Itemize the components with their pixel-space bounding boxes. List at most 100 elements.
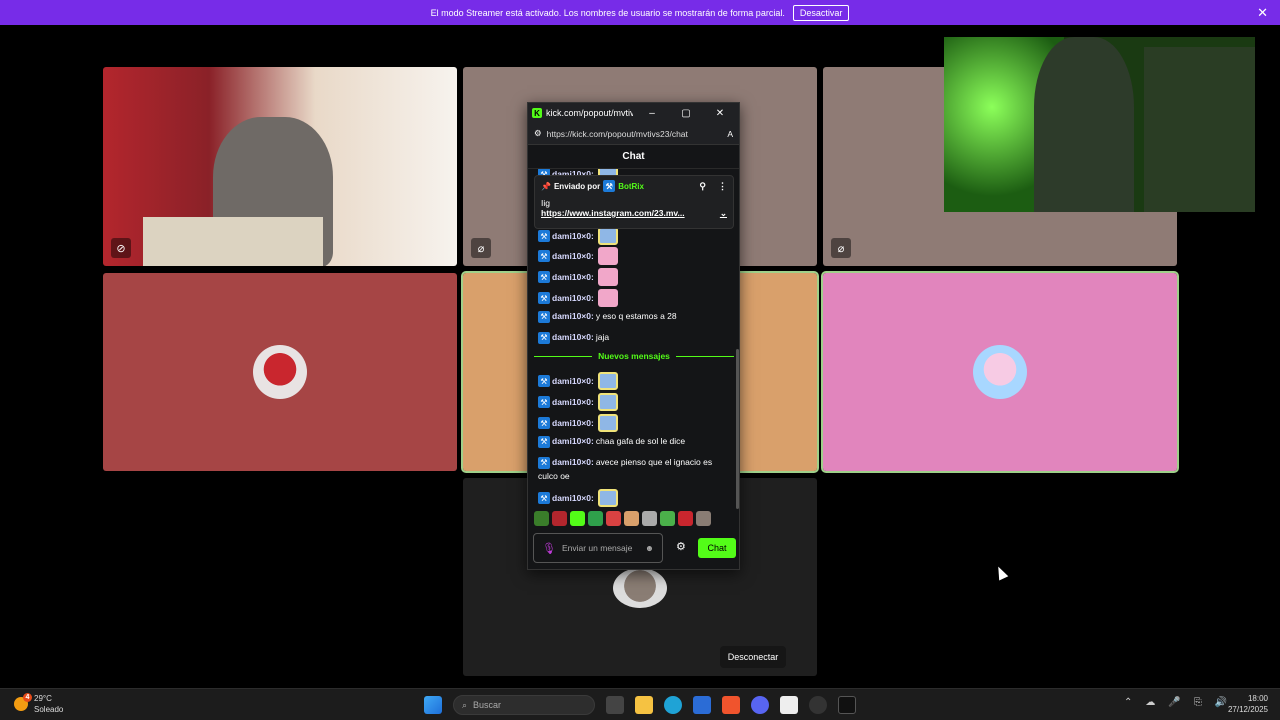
mic-off-icon: ⌀ [831, 238, 851, 258]
chat-text: chaa gafa de sol le dice [595, 436, 686, 446]
clock-date: 27/12/2025 [1227, 705, 1268, 714]
taskbar-search[interactable]: ⌕ Buscar [453, 695, 595, 715]
moderator-icon: ⚒ [538, 331, 550, 344]
chat-username[interactable]: dami10×0: [552, 435, 594, 448]
emote-icon [597, 489, 618, 507]
chat-settings-icon[interactable]: ⚙ [676, 540, 686, 553]
moderator-icon: ⚒ [538, 417, 550, 429]
network-icon[interactable]: ⎘ [1194, 697, 1202, 708]
deactivate-button[interactable]: Desactivar [792, 4, 850, 21]
participant-tile-red[interactable] [103, 273, 457, 471]
tiktok-icon[interactable] [838, 696, 856, 714]
new-messages-label: Nuevos mensajes [598, 351, 670, 361]
send-chat-button[interactable]: Chat [698, 538, 736, 558]
pinned-link-row: https://www.instagram.com/23.mv... ⌄ [541, 208, 727, 219]
cloud-icon[interactable]: ☁ [1145, 697, 1155, 708]
chat-username[interactable]: dami10×0: [552, 310, 594, 323]
moderator-icon: ⚒ [538, 396, 550, 408]
close-icon[interactable]: ✕ [705, 108, 735, 119]
emote-icon[interactable] [696, 511, 711, 526]
participant-tile-pink[interactable] [821, 271, 1179, 473]
emote-icon[interactable] [552, 511, 567, 526]
emote-icon[interactable] [642, 511, 657, 526]
capcut-icon[interactable] [780, 696, 798, 714]
moderator-icon: ⚒ [538, 456, 550, 469]
obs-icon[interactable] [809, 696, 827, 714]
chat-username[interactable]: dami10×0: [552, 417, 594, 430]
site-info-icon[interactable]: ⚙ [534, 128, 542, 139]
participant-tile-camera[interactable]: ⊘ [103, 67, 457, 266]
volume-icon[interactable]: 🔊 [1215, 697, 1227, 708]
chat-text: culco oe [538, 471, 570, 481]
chat-message: ⚒ dami10×0: [538, 489, 618, 507]
emote-icon[interactable] [624, 511, 639, 526]
webcam-preview[interactable] [944, 37, 1255, 212]
chat-username[interactable]: dami10×0: [552, 375, 594, 388]
emote-icon[interactable] [660, 511, 675, 526]
read-aloud-icon[interactable]: A [727, 129, 733, 139]
new-messages-divider: Nuevos mensajes [534, 351, 735, 361]
unpin-icon[interactable]: ⚲ [699, 181, 706, 192]
chat-username[interactable]: dami10×0: [552, 271, 594, 284]
emote-icon[interactable] [606, 511, 621, 526]
pinned-author[interactable]: BotRix [618, 182, 644, 191]
chat-username[interactable]: dami10×0: [552, 292, 594, 305]
emote-icon[interactable] [534, 511, 549, 526]
chat-text: y eso q estamos a 28 [595, 311, 677, 321]
emoji-icon[interactable]: ☻ [645, 543, 654, 553]
chat-popout-window[interactable]: K kick.com/popout/mvtiv... – ▢ ✕ ⚙ https… [527, 102, 740, 570]
emote-icon [597, 247, 618, 265]
mic-icon[interactable]: 🎙 [542, 542, 556, 555]
chat-username[interactable]: dami10×0: [552, 456, 594, 469]
moderator-icon: ⚒ [538, 310, 550, 323]
taskbar-apps: ⌕ Buscar [424, 695, 856, 715]
chat-message: ⚒ dami10×0: [538, 414, 618, 432]
chat-message: ⚒ dami10×0: [538, 289, 618, 307]
chat-message: ⚒ dami10×0: [538, 227, 618, 245]
minimize-icon[interactable]: – [637, 108, 667, 119]
address-bar[interactable]: ⚙ https://kick.com/popout/mvtivs23/chat … [528, 123, 739, 145]
clock[interactable]: 18:00 27/12/2025 [1228, 693, 1268, 715]
disconnect-button[interactable]: Desconectar [720, 646, 786, 668]
chat-message: ⚒ dami10×0: [538, 268, 618, 286]
chat-username[interactable]: dami10×0: [552, 230, 594, 243]
edge-icon[interactable] [664, 696, 682, 714]
pinned-message[interactable]: 📌 Enviado por ⚒ BotRix ⚲ ⋮ Iig https://w… [534, 175, 734, 229]
more-options-icon[interactable]: ⋮ [718, 181, 727, 192]
system-tray: ⌃ ☁ 🎤 ⎘ 🔊 [1124, 697, 1227, 708]
close-icon[interactable]: ✕ [1257, 5, 1268, 21]
emote-icon[interactable] [678, 511, 693, 526]
chat-scrollbar[interactable] [736, 349, 739, 509]
sun-icon: 4 [14, 693, 32, 711]
chat-username[interactable]: dami10×0: [552, 250, 594, 263]
mouse-cursor [993, 564, 1009, 581]
chat-username[interactable]: dami10×0: [552, 331, 594, 344]
chat-message: ⚒ dami10×0: [538, 393, 618, 411]
moderator-icon: ⚒ [538, 271, 550, 283]
store-icon[interactable] [693, 696, 711, 714]
pinned-link[interactable]: https://www.instagram.com/23.mv... [541, 208, 685, 219]
moderator-icon: ⚒ [538, 435, 550, 448]
windows-start-icon[interactable] [424, 696, 442, 714]
chat-input-placeholder[interactable]: Enviar un mensaje [562, 543, 639, 553]
discord-icon[interactable] [751, 696, 769, 714]
file-explorer-icon[interactable] [635, 696, 653, 714]
maximize-icon[interactable]: ▢ [671, 108, 701, 119]
chevron-down-icon[interactable]: ⌄ [720, 208, 727, 219]
moderator-icon: ⚒ [538, 375, 550, 387]
task-view-icon[interactable] [606, 696, 624, 714]
chat-username[interactable]: dami10×0: [552, 396, 594, 409]
person-figure [1034, 37, 1134, 212]
emote-icon[interactable] [588, 511, 603, 526]
mic-icon[interactable]: 🎤 [1168, 697, 1180, 708]
weather-widget[interactable]: 4 29°C Soleado [14, 693, 63, 715]
emote-icon[interactable] [570, 511, 585, 526]
temperature: 29°C [34, 694, 52, 703]
chat-username[interactable]: dami10×0: [552, 492, 594, 505]
weather-badge: 4 [23, 693, 32, 702]
chevron-up-icon[interactable]: ⌃ [1124, 697, 1132, 708]
chat-message-input[interactable]: 🎙 Enviar un mensaje ☻ [533, 533, 663, 563]
url-text[interactable]: https://kick.com/popout/mvtivs23/chat [547, 129, 723, 139]
emote-quick-bar [534, 511, 711, 527]
brave-icon[interactable] [722, 696, 740, 714]
